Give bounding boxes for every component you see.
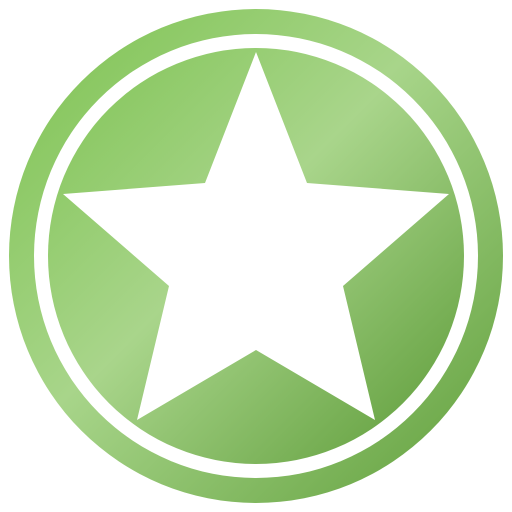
icon-canvas [0,0,512,512]
star-badge-icon [9,9,503,503]
